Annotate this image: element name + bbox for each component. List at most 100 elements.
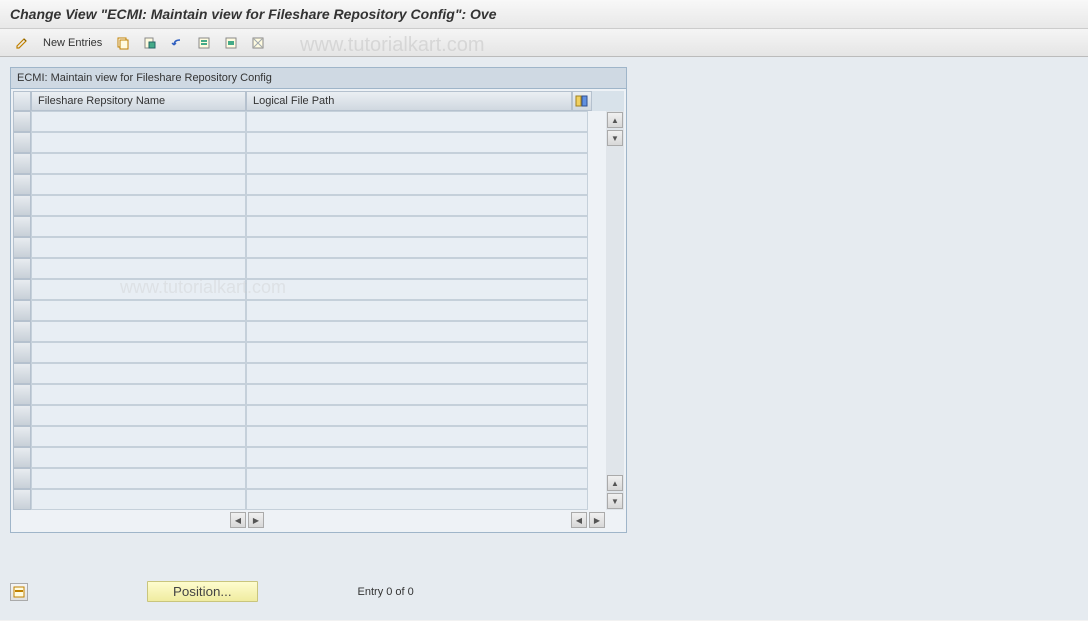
row-selector[interactable] (13, 405, 31, 426)
table-row[interactable] (13, 468, 606, 489)
cell-logical[interactable] (246, 342, 588, 363)
cell-fileshare[interactable] (31, 279, 246, 300)
table-row[interactable] (13, 405, 606, 426)
row-selector[interactable] (13, 216, 31, 237)
cell-logical[interactable] (246, 132, 588, 153)
table-row[interactable] (13, 342, 606, 363)
delete-icon[interactable] (138, 33, 162, 53)
cell-fileshare[interactable] (31, 468, 246, 489)
row-selector[interactable] (13, 111, 31, 132)
scroll-up-icon[interactable]: ▲ (607, 475, 623, 491)
scroll-up-icon[interactable]: ▲ (607, 112, 623, 128)
row-selector[interactable] (13, 363, 31, 384)
row-selector[interactable] (13, 153, 31, 174)
table-row[interactable] (13, 447, 606, 468)
new-entries-button[interactable]: New Entries (37, 35, 108, 51)
table-row[interactable] (13, 174, 606, 195)
row-selector[interactable] (13, 279, 31, 300)
scroll-down-icon[interactable]: ▼ (607, 493, 623, 509)
cell-logical[interactable] (246, 195, 588, 216)
cell-fileshare[interactable] (31, 174, 246, 195)
table-row[interactable] (13, 111, 606, 132)
table-row[interactable] (13, 195, 606, 216)
row-selector[interactable] (13, 384, 31, 405)
row-selector[interactable] (13, 468, 31, 489)
column-fileshare-name[interactable]: Fileshare Repsitory Name (31, 91, 246, 111)
cell-fileshare[interactable] (31, 216, 246, 237)
cell-fileshare[interactable] (31, 195, 246, 216)
table-row[interactable] (13, 363, 606, 384)
select-block-icon[interactable] (219, 33, 243, 53)
cell-fileshare[interactable] (31, 405, 246, 426)
cell-logical[interactable] (246, 174, 588, 195)
position-icon[interactable] (10, 583, 28, 601)
row-selector[interactable] (13, 237, 31, 258)
cell-fileshare[interactable] (31, 426, 246, 447)
cell-fileshare[interactable] (31, 237, 246, 258)
toggle-change-icon[interactable] (10, 33, 34, 53)
row-selector[interactable] (13, 195, 31, 216)
row-selector[interactable] (13, 447, 31, 468)
cell-fileshare[interactable] (31, 342, 246, 363)
table-row[interactable] (13, 279, 606, 300)
cell-logical[interactable] (246, 489, 588, 510)
scroll-right-icon[interactable]: ▶ (248, 512, 264, 528)
cell-logical[interactable] (246, 447, 588, 468)
cell-fileshare[interactable] (31, 153, 246, 174)
scroll-left-icon[interactable]: ◀ (230, 512, 246, 528)
cell-logical[interactable] (246, 468, 588, 489)
select-all-column[interactable] (13, 91, 31, 111)
cell-logical[interactable] (246, 153, 588, 174)
table-row[interactable] (13, 237, 606, 258)
undo-icon[interactable] (165, 33, 189, 53)
select-all-icon[interactable] (192, 33, 216, 53)
scroll-down-icon[interactable]: ▼ (607, 130, 623, 146)
row-selector[interactable] (13, 426, 31, 447)
table-row[interactable] (13, 258, 606, 279)
table-row[interactable] (13, 216, 606, 237)
table-row[interactable] (13, 489, 606, 510)
cell-logical[interactable] (246, 426, 588, 447)
row-selector[interactable] (13, 300, 31, 321)
cell-logical[interactable] (246, 405, 588, 426)
cell-fileshare[interactable] (31, 447, 246, 468)
position-button[interactable]: Position... (147, 581, 258, 602)
cell-logical[interactable] (246, 321, 588, 342)
scroll-track[interactable] (606, 147, 624, 474)
cell-fileshare[interactable] (31, 321, 246, 342)
cell-logical[interactable] (246, 300, 588, 321)
cell-fileshare[interactable] (31, 489, 246, 510)
table-row[interactable] (13, 426, 606, 447)
deselect-all-icon[interactable] (246, 33, 270, 53)
cell-fileshare[interactable] (31, 384, 246, 405)
cell-fileshare[interactable] (31, 363, 246, 384)
row-selector[interactable] (13, 342, 31, 363)
vertical-scrollbar[interactable]: ▲ ▼ ▲ ▼ (606, 111, 624, 510)
cell-logical[interactable] (246, 279, 588, 300)
scroll-left-icon[interactable]: ◀ (571, 512, 587, 528)
cell-logical[interactable] (246, 111, 588, 132)
column-logical-path[interactable]: Logical File Path (246, 91, 572, 111)
cell-logical[interactable] (246, 237, 588, 258)
table-row[interactable] (13, 384, 606, 405)
cell-logical[interactable] (246, 363, 588, 384)
cell-logical[interactable] (246, 258, 588, 279)
scroll-right-icon[interactable]: ▶ (589, 512, 605, 528)
row-selector[interactable] (13, 174, 31, 195)
cell-fileshare[interactable] (31, 111, 246, 132)
cell-fileshare[interactable] (31, 258, 246, 279)
column-config-icon[interactable] (572, 91, 592, 111)
table-row[interactable] (13, 321, 606, 342)
row-selector[interactable] (13, 258, 31, 279)
cell-logical[interactable] (246, 384, 588, 405)
copy-as-icon[interactable] (111, 33, 135, 53)
row-selector[interactable] (13, 321, 31, 342)
cell-fileshare[interactable] (31, 300, 246, 321)
table-row[interactable] (13, 153, 606, 174)
table-row[interactable] (13, 132, 606, 153)
cell-logical[interactable] (246, 216, 588, 237)
row-selector[interactable] (13, 489, 31, 510)
row-selector[interactable] (13, 132, 31, 153)
cell-fileshare[interactable] (31, 132, 246, 153)
table-row[interactable] (13, 300, 606, 321)
